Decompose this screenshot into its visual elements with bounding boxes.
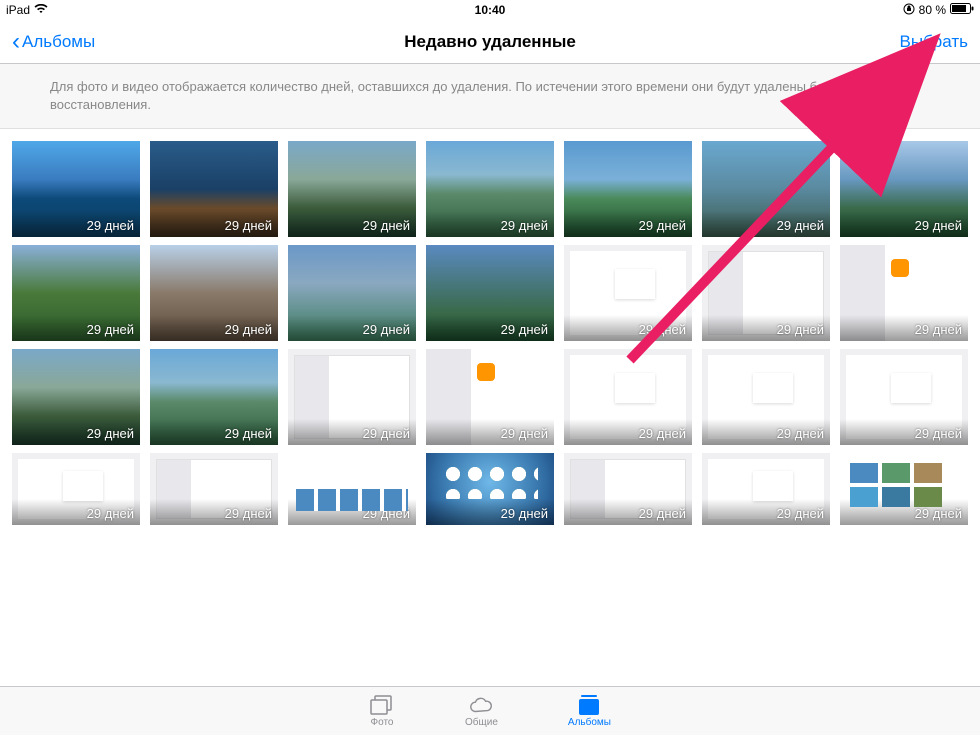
days-remaining-label: 29 дней [915, 426, 962, 441]
days-remaining-label: 29 дней [501, 506, 548, 521]
photo-thumbnail[interactable]: 29 дней [702, 245, 830, 341]
status-bar: iPad 10:40 80 % [0, 0, 980, 20]
days-remaining-label: 29 дней [225, 218, 272, 233]
days-remaining-label: 29 дней [915, 218, 962, 233]
info-banner: Для фото и видео отображается количество… [0, 64, 980, 129]
days-remaining-label: 29 дней [87, 322, 134, 337]
battery-icon [950, 3, 974, 17]
days-remaining-label: 29 дней [639, 506, 686, 521]
days-remaining-label: 29 дней [363, 506, 410, 521]
tab-label: Общие [465, 717, 498, 728]
days-remaining-label: 29 дней [225, 322, 272, 337]
photo-thumbnail[interactable]: 29 дней [288, 245, 416, 341]
tab-shared[interactable]: Общие [465, 694, 498, 728]
days-remaining-label: 29 дней [777, 426, 824, 441]
device-label: iPad [6, 3, 30, 17]
photo-thumbnail[interactable]: 29 дней [564, 453, 692, 525]
status-right: 80 % [903, 3, 974, 18]
photo-grid-container: 29 дней 29 дней 29 дней 29 дней 29 дней 29 дн… [0, 129, 980, 685]
photo-thumbnail[interactable]: 29 дней [840, 453, 968, 525]
days-remaining-label: 29 дней [87, 426, 134, 441]
photo-thumbnail[interactable]: 29 дней [150, 141, 278, 237]
days-remaining-label: 29 дней [501, 426, 548, 441]
photo-thumbnail[interactable]: 29 дней [150, 349, 278, 445]
photo-thumbnail[interactable]: 29 дней [840, 141, 968, 237]
albums-icon [576, 694, 602, 716]
days-remaining-label: 29 дней [777, 218, 824, 233]
photo-thumbnail[interactable]: 29 дней [564, 245, 692, 341]
photo-thumbnail[interactable]: 29 дней [564, 349, 692, 445]
days-remaining-label: 29 дней [225, 426, 272, 441]
days-remaining-label: 29 дней [87, 218, 134, 233]
days-remaining-label: 29 дней [777, 322, 824, 337]
days-remaining-label: 29 дней [363, 322, 410, 337]
status-time: 10:40 [475, 3, 506, 17]
photo-thumbnail[interactable]: 29 дней [12, 453, 140, 525]
days-remaining-label: 29 дней [501, 322, 548, 337]
status-left: iPad [6, 3, 48, 17]
tab-label: Фото [371, 717, 394, 728]
tab-label: Альбомы [568, 717, 611, 728]
photo-thumbnail[interactable]: 29 дней [150, 245, 278, 341]
photo-thumbnail[interactable]: 29 дней [702, 349, 830, 445]
days-remaining-label: 29 дней [501, 218, 548, 233]
photo-thumbnail[interactable]: 29 дней [426, 349, 554, 445]
photo-thumbnail[interactable]: 29 дней [564, 141, 692, 237]
photo-thumbnail[interactable]: 29 дней [150, 453, 278, 525]
days-remaining-label: 29 дней [363, 218, 410, 233]
tab-albums[interactable]: Альбомы [568, 694, 611, 728]
days-remaining-label: 29 дней [639, 218, 686, 233]
chevron-left-icon: ‹ [12, 30, 20, 54]
days-remaining-label: 29 дней [639, 426, 686, 441]
orientation-lock-icon [903, 3, 915, 18]
days-remaining-label: 29 дней [87, 506, 134, 521]
cloud-icon [468, 694, 494, 716]
days-remaining-label: 29 дней [363, 426, 410, 441]
days-remaining-label: 29 дней [915, 322, 962, 337]
photo-thumbnail[interactable]: 29 дней [288, 349, 416, 445]
photo-thumbnail[interactable]: 29 дней [702, 453, 830, 525]
photo-thumbnail[interactable]: 29 дней [426, 141, 554, 237]
photos-icon [369, 694, 395, 716]
back-button[interactable]: ‹ Альбомы [12, 30, 95, 54]
tab-photos[interactable]: Фото [369, 694, 395, 728]
photo-thumbnail[interactable]: 29 дней [12, 245, 140, 341]
photo-thumbnail[interactable]: 29 дней [840, 245, 968, 341]
days-remaining-label: 29 дней [225, 506, 272, 521]
tab-bar: Фото Общие Альбомы [0, 686, 980, 735]
photo-thumbnail[interactable]: 29 дней [288, 141, 416, 237]
photo-thumbnail[interactable]: 29 дней [426, 245, 554, 341]
photo-grid: 29 дней 29 дней 29 дней 29 дней 29 дней 29 дн… [12, 141, 968, 525]
photo-thumbnail[interactable]: 29 дней [426, 453, 554, 525]
select-button[interactable]: Выбрать [900, 32, 968, 52]
nav-bar: ‹ Альбомы Недавно удаленные Выбрать [0, 20, 980, 64]
photo-thumbnail[interactable]: 29 дней [702, 141, 830, 237]
photo-thumbnail[interactable]: 29 дней [12, 141, 140, 237]
days-remaining-label: 29 дней [777, 506, 824, 521]
days-remaining-label: 29 дней [915, 506, 962, 521]
wifi-icon [34, 3, 48, 17]
page-title: Недавно удаленные [404, 32, 576, 52]
battery-percent: 80 % [919, 3, 946, 17]
back-label: Альбомы [22, 32, 95, 52]
photo-thumbnail[interactable]: 29 дней [12, 349, 140, 445]
days-remaining-label: 29 дней [639, 322, 686, 337]
photo-thumbnail[interactable]: 29 дней [288, 453, 416, 525]
photo-thumbnail[interactable]: 29 дней [840, 349, 968, 445]
